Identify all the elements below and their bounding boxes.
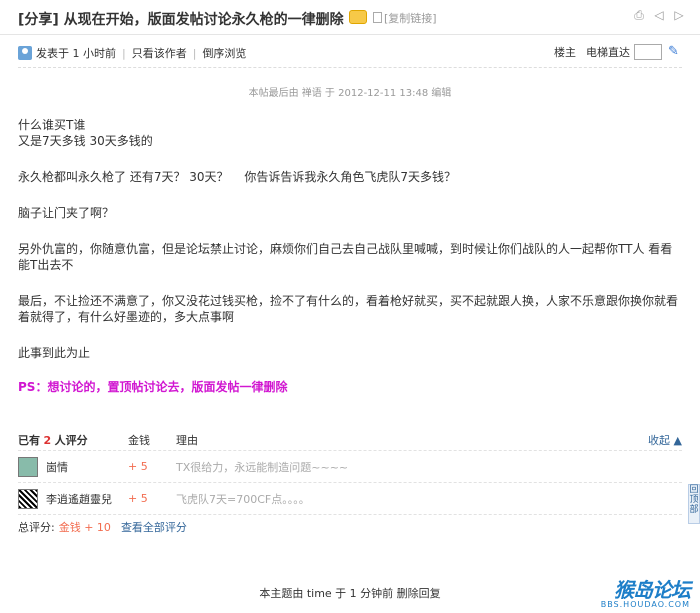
edit-note: 本帖最后由 禅语 于 2012-12-11 13:48 编辑 bbox=[248, 88, 452, 99]
watermark-logo: 猴岛论坛 bbox=[614, 578, 691, 602]
summary-money: 金钱 + 10 bbox=[58, 520, 111, 534]
meta-divider bbox=[18, 67, 682, 68]
title-bar: [分享] 从现在开始，版面发帖讨论永久枪的一律删除 [复制链接] ⎙ ◁ ▷ bbox=[0, 0, 700, 34]
money-column-header: 金钱 bbox=[128, 434, 150, 447]
next-icon[interactable]: ▷ bbox=[672, 8, 686, 22]
rating-row: 李逍遙趙靈兒 + 5 飞虎队7天=700CF点。。。。 bbox=[18, 482, 682, 514]
prev-icon[interactable]: ◁ bbox=[652, 8, 666, 22]
rating-table: 已有 2 人评分 金钱 理由 收起 ▲ 崮情 + 5 TX很给力，永远能制造问题… bbox=[18, 430, 682, 538]
user-icon bbox=[18, 46, 32, 60]
rating-count: 已有 2 人评分 bbox=[18, 434, 88, 447]
copy-link-label: [复制链接] bbox=[384, 12, 437, 25]
posted-time: 发表于 1 小时前 bbox=[36, 47, 116, 60]
rating-row: 崮情 + 5 TX很给力，永远能制造问题~~~~ bbox=[18, 450, 682, 482]
paragraph: 另外仇富的，你随意仇富，但是论坛禁止讨论，麻烦你们自己去自己战队里喊喊，到时候让… bbox=[18, 242, 673, 272]
ps-note: PS：想讨论的，置顶帖讨论去，版面发帖一律删除 bbox=[18, 380, 288, 394]
summary-label: 总评分: bbox=[18, 520, 55, 534]
clip-icon bbox=[373, 12, 382, 23]
rater-name[interactable]: 李逍遙趙靈兒 bbox=[46, 491, 112, 507]
rating-summary: 总评分: 金钱 + 10 查看全部评分 bbox=[18, 514, 682, 538]
view-all-ratings-link[interactable]: 查看全部评分 bbox=[121, 519, 187, 535]
rating-money: + 5 bbox=[128, 460, 148, 473]
separator: | bbox=[192, 46, 197, 60]
avatar[interactable] bbox=[18, 488, 38, 509]
reverse-order-link[interactable]: 倒序浏览 bbox=[202, 45, 246, 61]
top-icons: ⎙ ◁ ▷ bbox=[632, 8, 686, 22]
floor-jump-input[interactable] bbox=[634, 44, 662, 60]
rater-name[interactable]: 崮情 bbox=[46, 459, 68, 475]
reason-column-header: 理由 bbox=[176, 434, 198, 447]
separator: | bbox=[122, 46, 126, 60]
jump-label: 电梯直达 bbox=[586, 46, 630, 59]
title-divider bbox=[0, 34, 700, 35]
jump-go-icon[interactable]: ✎ bbox=[668, 45, 682, 59]
rating-money: + 5 bbox=[128, 492, 148, 505]
floor-label: 楼主 bbox=[554, 46, 576, 59]
post-body: 什么谁买T谁 又是7天多钱 30天多钱的 永久枪都叫永久枪了 还有7天？ 30天… bbox=[18, 117, 683, 415]
paragraph: 什么谁买T谁 又是7天多钱 30天多钱的 bbox=[18, 118, 153, 148]
site-watermark: 猴岛论坛 BBS.HOUDAO.COM bbox=[600, 574, 691, 609]
thread-title: [分享] 从现在开始，版面发帖讨论永久枪的一律删除 bbox=[18, 12, 344, 28]
print-icon[interactable]: ⎙ bbox=[632, 8, 646, 22]
copy-link[interactable]: [复制链接] bbox=[373, 10, 437, 26]
author-only-link[interactable]: 只看该作者 bbox=[132, 45, 187, 61]
moderation-note: 本主题由 time 于 1 分钟前 删除回复 bbox=[259, 587, 441, 600]
award-icon bbox=[349, 10, 367, 24]
watermark-url: BBS.HOUDAO.COM bbox=[600, 600, 690, 609]
post-meta-bar: 发表于 1 小时前 | 只看该作者 | 倒序浏览 楼主 电梯直达 ✎ bbox=[18, 44, 682, 64]
collapse-link[interactable]: 收起 ▲ bbox=[648, 432, 682, 448]
rating-reason: 飞虎队7天=700CF点。。。。 bbox=[176, 492, 310, 506]
paragraph: 此事到此为止 bbox=[18, 346, 91, 360]
rating-reason: TX很给力，永远能制造问题~~~~ bbox=[176, 460, 349, 474]
back-to-top-tab[interactable]: 回顶部 bbox=[688, 484, 700, 524]
paragraph: 最后，不让捡还不满意了，你又没花过钱买枪，捡不了有什么的，看着枪好就买，买不起就… bbox=[18, 294, 679, 324]
paragraph: 脑子让门夹了啊？ bbox=[18, 206, 115, 220]
avatar[interactable] bbox=[18, 456, 38, 477]
paragraph: 永久枪都叫永久枪了 还有7天？ 30天？ 你告诉告诉我永久角色飞虎队7天多钱？ bbox=[18, 170, 456, 184]
rating-header: 已有 2 人评分 金钱 理由 收起 ▲ bbox=[18, 430, 682, 450]
